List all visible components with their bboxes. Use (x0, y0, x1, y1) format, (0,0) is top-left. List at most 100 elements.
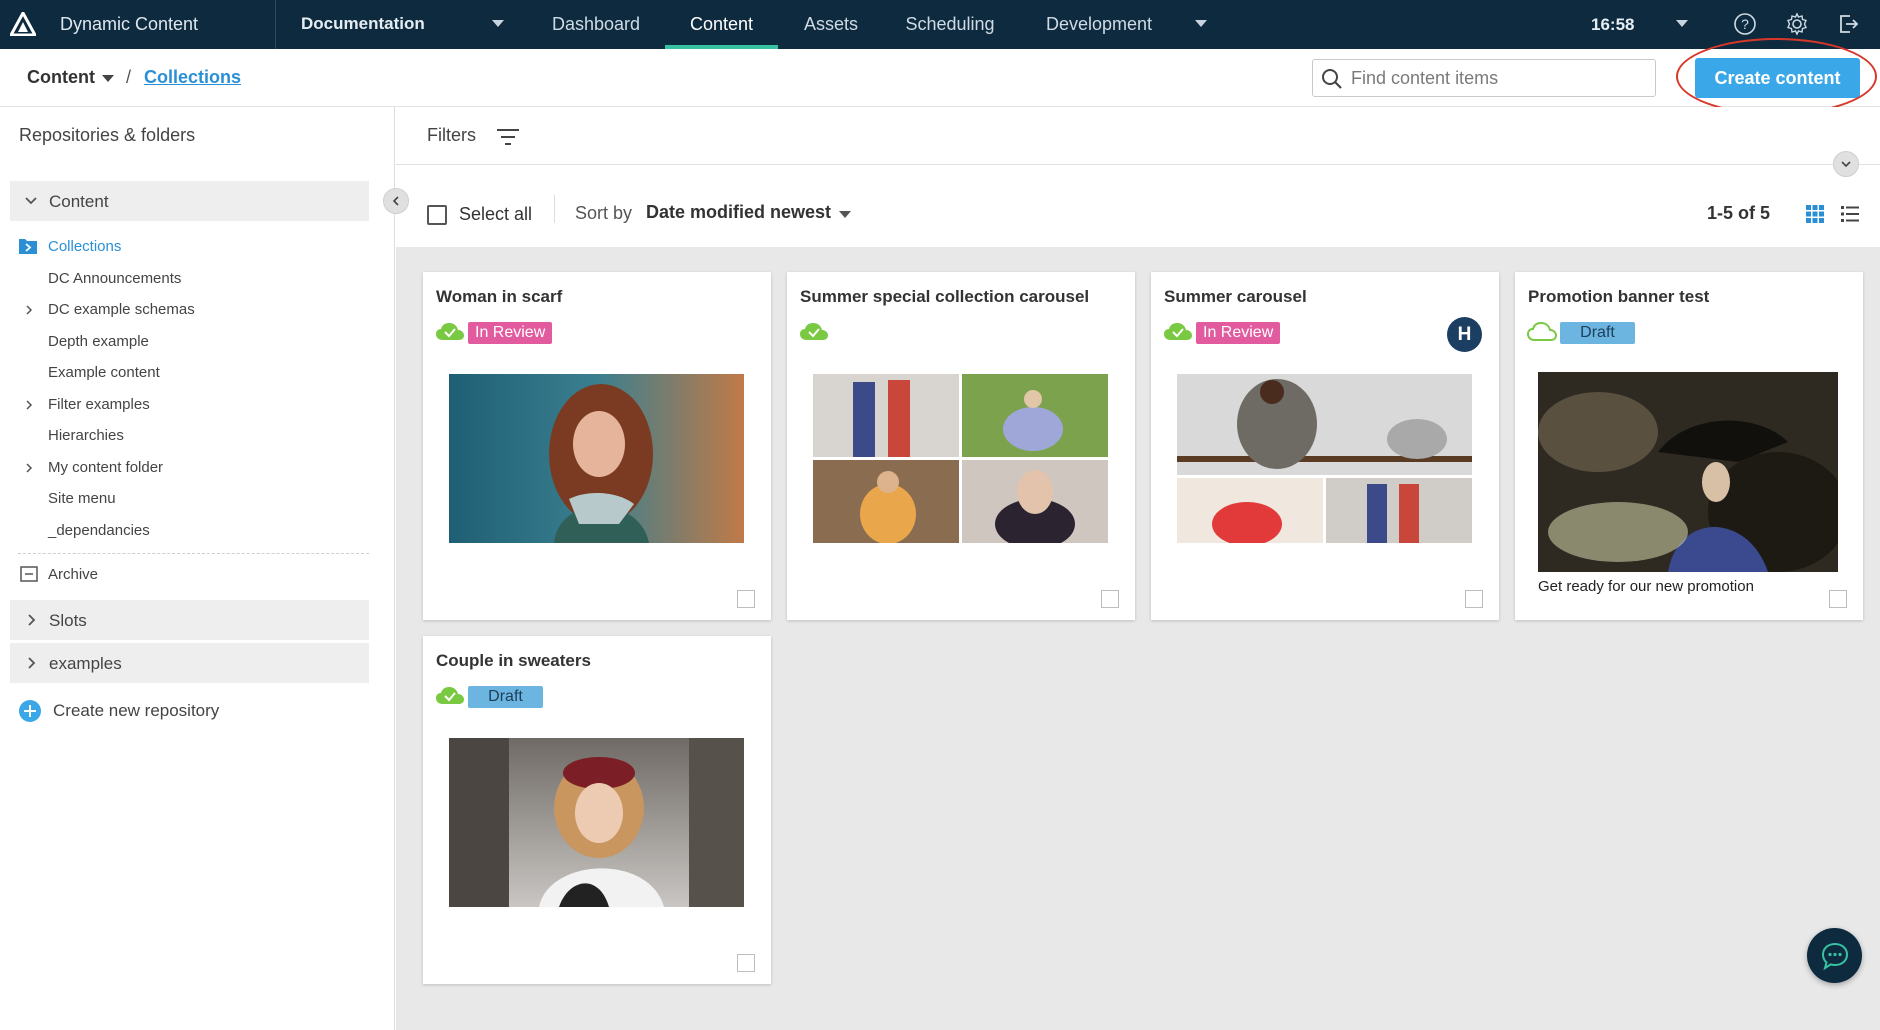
chevron-down-icon[interactable] (1676, 20, 1688, 27)
create-repository-link[interactable]: Create new repository (53, 701, 219, 721)
tab-scheduling[interactable]: Scheduling (891, 0, 1009, 49)
sidebar-item-hierarchies[interactable]: Hierarchies (48, 427, 124, 444)
card-caption: Get ready for our new promotion (1538, 578, 1754, 595)
filters-bar: Filters (396, 107, 1880, 165)
sidebar-item-dc-example-schemas[interactable]: DC example schemas (48, 301, 195, 318)
cloud-check-icon (1164, 323, 1192, 340)
svg-text:?: ? (1741, 16, 1749, 32)
pagination-count: 1-5 of 5 (1707, 203, 1771, 223)
logout-icon[interactable] (1836, 12, 1860, 36)
top-navigation: Dynamic Content Documentation Dashboard … (0, 0, 1880, 49)
tab-dashboard[interactable]: Dashboard (534, 0, 658, 49)
list-toolbar: Select all Sort by Date modified newest … (396, 165, 1880, 247)
card-checkbox[interactable] (1829, 590, 1847, 608)
search-input[interactable] (1351, 61, 1651, 95)
sidebar-item-example-content[interactable]: Example content (48, 364, 160, 381)
repo-content[interactable]: Content (10, 181, 369, 221)
sort-by-label: Sort by (575, 203, 633, 223)
card-title: Summer special collection carousel (800, 287, 1090, 306)
sidebar-item-site-menu[interactable]: Site menu (48, 490, 116, 507)
chevron-right-icon[interactable] (24, 613, 38, 627)
collapse-sidebar-button[interactable] (383, 188, 409, 214)
cloud-check-icon (436, 687, 464, 704)
select-all-label[interactable]: Select all (459, 204, 532, 225)
chat-button[interactable] (1807, 928, 1862, 983)
amplience-logo-icon[interactable] (10, 12, 36, 36)
content-browser: Filters Select all Sort by Date modified… (396, 107, 1880, 1030)
search-icon (1322, 69, 1342, 89)
breadcrumb-content[interactable]: Content (27, 67, 95, 88)
status-badge: In Review (1196, 322, 1281, 344)
toolbar-divider (554, 195, 555, 223)
clock[interactable]: 16:58 (1591, 15, 1634, 35)
card-checkbox[interactable] (737, 954, 755, 972)
content-card[interactable]: Couple in sweaters Draft (423, 636, 771, 984)
card-thumbnail (449, 738, 744, 907)
card-thumbnail (1538, 372, 1838, 572)
card-title: Woman in scarf (436, 287, 563, 306)
card-checkbox[interactable] (1465, 590, 1483, 608)
sidebar-item-filter-examples[interactable]: Filter examples (48, 396, 150, 413)
search-box[interactable] (1312, 59, 1656, 97)
card-checkbox[interactable] (737, 590, 755, 608)
filter-icon[interactable] (496, 127, 520, 147)
list-view-icon[interactable] (1840, 204, 1860, 224)
expand-filters-button[interactable] (1833, 151, 1859, 177)
chevron-left-icon (392, 196, 399, 206)
filters-label[interactable]: Filters (427, 125, 476, 146)
create-content-button[interactable]: Create content (1695, 58, 1860, 98)
cloud-check-icon (436, 323, 464, 340)
tab-content[interactable]: Content (665, 0, 778, 49)
chevron-down-icon[interactable] (24, 194, 38, 208)
sort-dropdown[interactable]: Date modified newest (646, 202, 831, 223)
chevron-down-icon (1841, 161, 1851, 168)
hub-selector[interactable]: Documentation (301, 14, 425, 34)
card-title: Couple in sweaters (436, 651, 591, 670)
chevron-right-icon[interactable] (24, 399, 34, 411)
tab-development[interactable]: Development (1034, 0, 1164, 49)
folder-icon (19, 239, 37, 254)
grid-view-icon[interactable] (1805, 204, 1825, 224)
chevron-right-icon[interactable] (24, 462, 34, 474)
chevron-right-icon[interactable] (24, 656, 38, 670)
chevron-down-icon[interactable] (1195, 20, 1207, 27)
content-card[interactable]: Promotion banner test Draft Get ready fo… (1515, 272, 1863, 620)
repo-examples[interactable]: examples (10, 643, 369, 683)
content-card[interactable]: Summer special collection carousel (787, 272, 1135, 620)
plus-circle-icon[interactable] (18, 699, 42, 723)
sidebar-item-archive[interactable]: Archive (48, 566, 98, 583)
content-card[interactable]: Woman in scarf In Review (423, 272, 771, 620)
card-thumbnail (813, 374, 1108, 543)
chat-icon (1821, 942, 1849, 971)
card-title: Summer carousel (1164, 287, 1307, 306)
chevron-down-icon[interactable] (102, 75, 114, 82)
select-all-checkbox[interactable] (427, 205, 447, 225)
avatar[interactable]: H (1447, 317, 1482, 352)
sidebar-item-dc-announcements[interactable]: DC Announcements (48, 270, 181, 287)
cloud-check-icon (800, 323, 828, 340)
sidebar-title: Repositories & folders (19, 125, 196, 145)
repo-slots[interactable]: Slots (10, 600, 369, 640)
card-checkbox[interactable] (1101, 590, 1119, 608)
sidebar-item-collections[interactable]: Collections (48, 238, 121, 255)
status-badge: Draft (468, 686, 543, 708)
sub-header: Content / Collections Create content (0, 49, 1880, 107)
chevron-right-icon[interactable] (24, 304, 34, 316)
card-title: Promotion banner test (1528, 287, 1710, 306)
repo-label: examples (49, 654, 122, 673)
repositories-sidebar: Repositories & folders Content Collectio… (0, 107, 395, 1030)
gear-icon[interactable] (1785, 12, 1809, 36)
repo-label: Slots (49, 611, 87, 630)
chevron-down-icon[interactable] (492, 20, 504, 27)
chevron-down-icon[interactable] (839, 211, 851, 218)
sidebar-item-my-content-folder[interactable]: My content folder (48, 459, 163, 476)
sidebar-item-dependancies[interactable]: _dependancies (48, 522, 150, 539)
tab-assets[interactable]: Assets (786, 0, 876, 49)
sidebar-item-depth-example[interactable]: Depth example (48, 333, 149, 350)
cloud-icon (1527, 321, 1557, 341)
help-icon[interactable]: ? (1733, 12, 1757, 36)
breadcrumb-collections[interactable]: Collections (144, 67, 241, 88)
content-card[interactable]: Summer carousel In Review H (1151, 272, 1499, 620)
status-badge: Draft (1560, 322, 1635, 344)
archive-icon (20, 566, 38, 582)
